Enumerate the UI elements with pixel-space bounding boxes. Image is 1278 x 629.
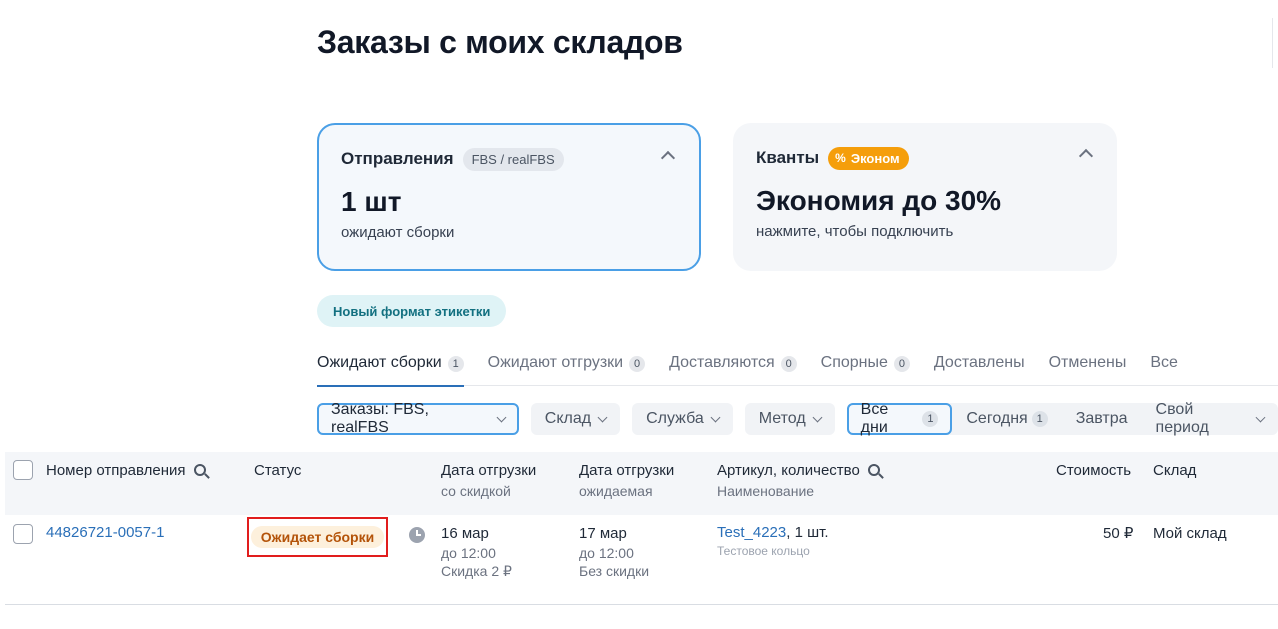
article-link[interactable]: Test_4223	[717, 524, 786, 541]
status-badge: Ожидает сборки	[250, 526, 385, 548]
tab-cancelled[interactable]: Отменены	[1049, 350, 1127, 386]
filter-label: Заказы: FBS, realFBS	[331, 401, 429, 436]
econom-badge: % Эконом	[828, 146, 909, 170]
page-title: Заказы с моих складов	[317, 24, 683, 60]
product-name: Тестовое кольцо	[717, 544, 810, 558]
chevron-down-icon	[710, 412, 721, 422]
quantity: , 1 шт.	[786, 524, 829, 541]
tab-disputed[interactable]: Спорные 0	[821, 350, 910, 386]
header-number: Номер отправления	[46, 462, 206, 479]
header-label: Номер отправления	[46, 462, 186, 479]
table-header: Номер отправления Статус Дата отгрузки с…	[5, 452, 1278, 515]
status-tabs: Ожидают сборки 1 Ожидают отгрузки 0 Дост…	[317, 350, 1278, 387]
shipments-count: 1 шт	[341, 186, 402, 217]
ship-time: до 12:00	[441, 545, 496, 561]
tab-delivered[interactable]: Доставлены	[934, 350, 1025, 386]
scrollbar[interactable]	[1272, 18, 1278, 68]
tab-awaiting-assembly[interactable]: Ожидают сборки 1	[317, 350, 464, 387]
clock-icon[interactable]	[409, 527, 425, 543]
status-highlight: Ожидает сборки	[247, 517, 388, 557]
badge-label: Эконом	[850, 150, 900, 166]
header-article: Артикул, количество Наименование	[717, 462, 880, 499]
period-custom-dropdown[interactable]: Свой период	[1142, 401, 1278, 436]
filter-count: 1	[922, 411, 939, 427]
shipments-subtitle: ожидают сборки	[341, 224, 455, 241]
expected-time: до 12:00	[579, 545, 634, 561]
period-all-days-button[interactable]: Все дни 1	[846, 401, 953, 436]
expected-discount: Без скидки	[579, 563, 650, 579]
tab-awaiting-shipment[interactable]: Ожидают отгрузки 0	[487, 350, 646, 386]
card-header: Отправления FBS / realFBS	[341, 146, 677, 172]
search-icon[interactable]	[867, 464, 880, 476]
filter-label: Служба	[646, 410, 704, 427]
savings-subtitle: нажмите, чтобы подключить	[756, 223, 954, 240]
expected-date-cell: 17 мар до 12:00 Без скидки	[579, 525, 649, 579]
ship-discount: Скидка 2 ₽	[441, 563, 512, 579]
header-label: Артикул, количество	[717, 462, 860, 479]
ship-date-cell: 16 мар до 12:00 Скидка 2 ₽	[441, 525, 512, 580]
expected-date: 17 мар	[579, 525, 627, 542]
percent-icon: %	[835, 151, 846, 165]
shipments-card[interactable]: Отправления FBS / realFBS 1 шт ожидают с…	[317, 123, 701, 271]
search-icon[interactable]	[193, 464, 206, 476]
tab-count: 0	[780, 356, 797, 372]
header-sublabel: со скидкой	[441, 483, 511, 499]
chevron-down-icon	[812, 412, 823, 422]
warehouse-filter-dropdown[interactable]: Склад	[530, 403, 621, 435]
filter-bar: Заказы: FBS, realFBS Склад Служба Метод …	[317, 401, 1278, 436]
filter-count: 1	[1031, 411, 1048, 427]
method-filter-dropdown[interactable]: Метод	[744, 403, 835, 435]
filter-label: Свой период	[1155, 401, 1209, 436]
card-title: Кванты	[756, 148, 820, 167]
tab-label: Все	[1150, 354, 1178, 371]
filter-label: Сегодня	[966, 410, 1028, 427]
ship-date: 16 мар	[441, 525, 489, 542]
tab-label: Ожидают сборки	[317, 354, 442, 371]
quants-card[interactable]: Кванты % Эконом Экономия до 30% нажмите,…	[733, 123, 1117, 271]
tab-delivering[interactable]: Доставляются 0	[669, 350, 797, 386]
header-warehouse: Склад	[1153, 462, 1197, 479]
header-ship-date: Дата отгрузки со скидкой	[441, 462, 536, 499]
select-all-checkbox[interactable]	[13, 460, 33, 480]
period-tomorrow-button[interactable]: Завтра	[1062, 403, 1142, 435]
tab-label: Отменены	[1048, 354, 1127, 371]
row-checkbox[interactable]	[13, 524, 33, 544]
article-cell: Test_4223, 1 шт. Тестовое кольцо	[717, 524, 829, 558]
tab-count: 0	[893, 356, 910, 372]
period-segmented-control: Все дни 1 Сегодня 1 Завтра Свой период	[846, 401, 1278, 436]
table-row: 44826721-0057-1 Ожидает сборки 16 мар до…	[5, 515, 1278, 605]
filter-label: Метод	[758, 410, 806, 427]
card-title: Отправления	[341, 149, 454, 168]
header-cost: Стоимость	[1056, 462, 1132, 479]
shipment-number-link[interactable]: 44826721-0057-1	[46, 524, 164, 541]
tab-all[interactable]: Все	[1150, 350, 1178, 386]
scheme-chip: FBS / realFBS	[462, 147, 564, 171]
filter-label: Склад	[544, 410, 592, 427]
header-label: Дата отгрузки	[441, 462, 537, 479]
tab-label: Ожидают отгрузки	[487, 354, 624, 371]
tab-label: Спорные	[820, 354, 888, 371]
header-sublabel: ожидаемая	[579, 483, 653, 499]
cost-value: 50 ₽	[1103, 525, 1134, 542]
chevron-down-icon	[496, 412, 507, 422]
header-status: Статус	[254, 462, 302, 479]
tab-count: 0	[629, 356, 646, 372]
orders-filter-dropdown[interactable]: Заказы: FBS, realFBS	[317, 401, 519, 436]
period-today-button[interactable]: Сегодня 1	[952, 403, 1061, 435]
filter-label: Все дни	[860, 401, 889, 436]
tab-label: Доставляются	[669, 354, 775, 371]
tab-label: Доставлены	[933, 354, 1025, 371]
header-label: Дата отгрузки	[579, 462, 675, 479]
card-header: Кванты % Эконом	[756, 145, 1094, 171]
warehouse-value: Мой склад	[1153, 525, 1227, 542]
service-filter-dropdown[interactable]: Служба	[632, 403, 733, 435]
filter-label: Завтра	[1075, 410, 1128, 427]
chevron-down-icon	[1255, 412, 1266, 422]
new-label-format-button[interactable]: Новый формат этикетки	[317, 295, 507, 327]
savings-title: Экономия до 30%	[756, 185, 1002, 216]
chevron-down-icon	[597, 412, 608, 422]
header-ship-date-expected: Дата отгрузки ожидаемая	[579, 462, 674, 499]
header-sublabel: Наименование	[717, 483, 815, 499]
tab-count: 1	[447, 356, 464, 372]
